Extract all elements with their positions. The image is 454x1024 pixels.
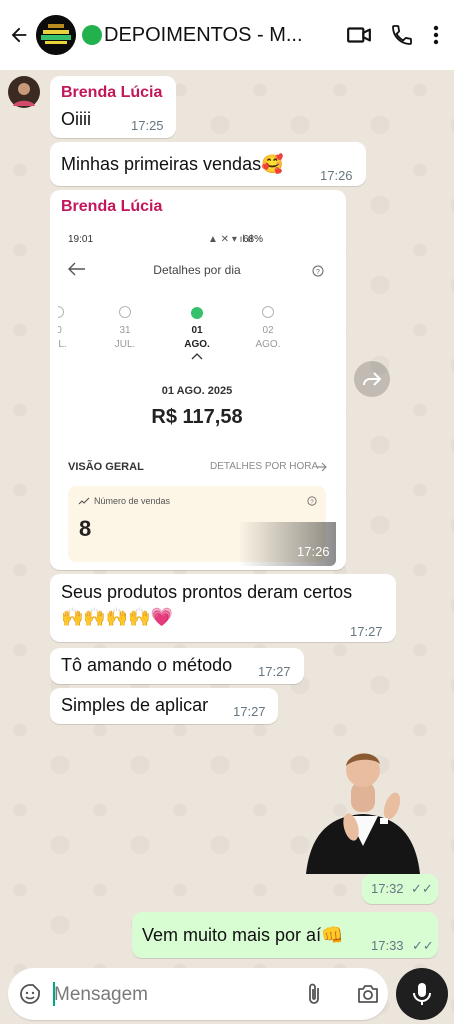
voice-message-button[interactable] [396,968,448,1020]
message-composer [8,968,388,1020]
svg-text:?: ? [316,269,320,276]
message-bubble[interactable]: Brenda Lúcia Oiiii 17:25 [50,76,176,138]
date-radio [58,306,64,318]
message-bubble[interactable]: Minhas primeiras vendas🥰 17:26 [50,142,366,186]
date-month: JUL. [114,339,136,350]
more-options-icon[interactable] [432,24,440,46]
message-bubble[interactable]: Simples de aplicar 17:27 [50,688,278,724]
message-text: Vem muito mais por aí👊 [142,925,344,945]
battery-level: 68% [243,234,264,245]
date-month: AGO. [255,339,281,350]
message-emoji: 🙌🙌🙌🙌💗 [61,607,174,627]
message-time: 17:25 [131,118,164,133]
daily-amount: R$ 117,58 [151,406,243,428]
message-text: Oiiii [61,109,91,129]
message-time: 17:33 [371,938,404,953]
message-text: Tô amando o método [61,655,233,675]
date-month: JL. [58,339,67,350]
sender-name: Brenda Lúcia [61,198,163,215]
message-bubble-outgoing[interactable]: Vem muito mais por aí👊 17:33 ✓✓ [132,912,438,958]
date-radio [119,306,131,318]
green-circle-icon [82,25,102,45]
message-text: Minhas primeiras vendas🥰 [61,154,284,174]
chat-header: DEPOIMENTOS - M... [0,0,454,70]
group-avatar[interactable] [36,15,76,55]
message-time: 17:27 [233,704,266,719]
chevron-up-icon [191,353,203,360]
sender-avatar[interactable] [8,76,40,108]
forward-icon [363,372,382,386]
message-input[interactable] [52,980,296,1010]
message-time: 17:26 [320,168,353,183]
camera-icon[interactable] [356,983,380,1005]
text-cursor [53,982,55,1006]
forward-button[interactable] [354,361,390,397]
date-month-selected: AGO. [184,339,210,350]
status-time: 19:01 [68,234,94,245]
chat-title[interactable]: DEPOIMENTOS - M... [82,24,312,47]
date-day: 0 [58,325,62,336]
sender-name: Brenda Lúcia [61,84,163,101]
overview-label: VISÃO GERAL [68,461,144,473]
help-icon: ? [307,496,317,506]
message-bubble[interactable]: Seus produtos prontos deram certos 🙌🙌🙌🙌💗… [50,574,396,642]
message-text: Simples de aplicar [61,695,209,715]
group-logo-icon [36,15,76,55]
message-time: 17:27 [350,624,383,639]
sales-label: Número de vendas [94,496,171,506]
message-time: 17:27 [258,664,291,679]
page-title: Detalhes por dia [153,263,241,277]
date-radio-selected [191,307,203,319]
message-bubble[interactable]: Tô amando o método 17:27 [50,648,304,684]
sales-count: 8 [79,516,92,541]
trend-icon [78,497,90,505]
hourly-details-link: DETALHES POR HORA [210,461,319,472]
arrow-right-icon [317,462,327,472]
sticker-meta: 17:32 ✓✓ [362,874,438,904]
microphone-icon [413,983,431,1005]
date-day: 31 [119,325,131,336]
screenshot-image[interactable]: 19:01 ▲ ✕ ▾ ıl ıl 68% Detalhes por dia ?… [58,222,336,566]
sticker-clapping-man[interactable] [304,742,422,874]
date-radio [262,306,274,318]
selected-date: 01 AGO. 2025 [161,385,233,397]
back-arrow-icon[interactable] [8,24,30,46]
date-day-selected: 01 [191,325,203,336]
sticker-icon[interactable] [18,982,42,1006]
video-call-icon[interactable] [346,22,372,48]
help-icon: ? [312,265,324,277]
message-time: 17:32 [371,881,404,896]
attach-icon[interactable] [304,982,324,1006]
message-text: Seus produtos prontos deram certos [61,582,353,602]
read-receipt-icon: ✓✓ [411,881,433,896]
phone-call-icon[interactable] [390,23,414,47]
message-time: 17:26 [297,544,330,559]
read-receipt-icon: ✓✓ [412,938,434,953]
date-day: 02 [262,325,274,336]
